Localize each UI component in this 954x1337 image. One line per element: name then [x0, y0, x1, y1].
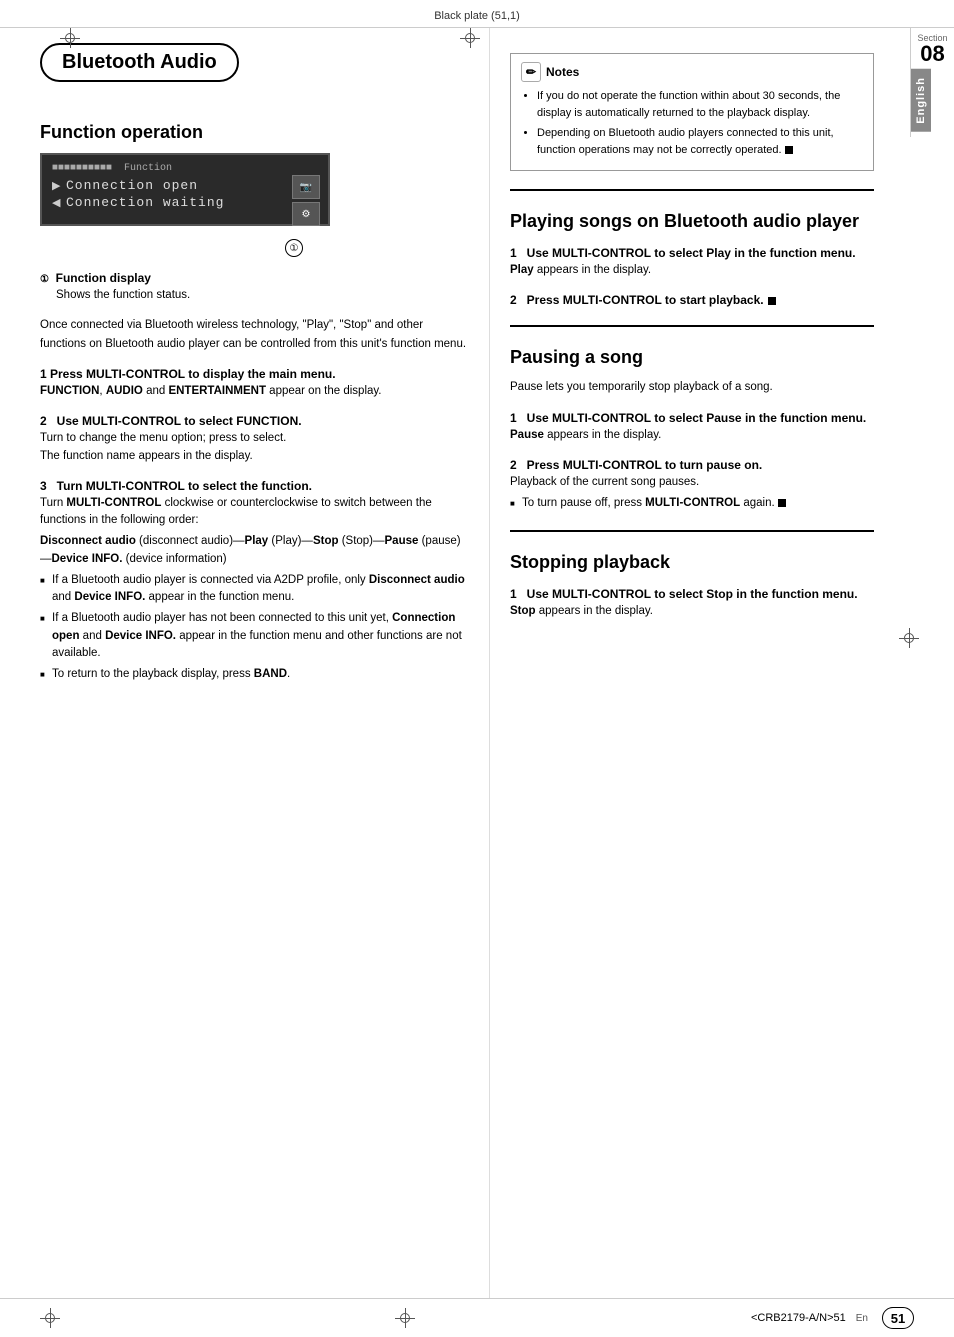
func-arrow-2: ◀ [52, 196, 62, 209]
left-column: Bluetooth Audio Function operation ■■■■■… [0, 28, 490, 1298]
footer-left [40, 1308, 60, 1328]
page-title: Bluetooth Audio [62, 51, 217, 74]
page-content: Bluetooth Audio Function operation ■■■■■… [0, 28, 954, 1298]
func-icon-1: 📷 [292, 175, 320, 199]
notes-title: Notes [546, 65, 579, 79]
divider-3 [510, 530, 874, 532]
callout-1-desc: Shows the function status. [40, 287, 469, 304]
notes-header: ✏ Notes [521, 62, 863, 82]
crosshair-bottom-center [395, 1308, 415, 1328]
step-1-heading: 1 Press MULTI-CONTROL to display the mai… [40, 367, 469, 381]
pause-bullet-1: To turn pause off, press MULTI-CONTROL a… [510, 495, 874, 512]
func-row-1: ▶ Connection open [52, 178, 318, 193]
divider-2 [510, 325, 874, 327]
callout-1-title: ① Function display [40, 271, 469, 285]
right-column: Section 08 English ✏ Notes If you do not… [490, 28, 954, 1298]
func-icon-2: ⚙ [292, 202, 320, 226]
stop-step-1-heading: 1 Use MULTI-CONTROL to select Stop in th… [510, 587, 874, 601]
crb-code: <CRB2179-A/N>51 [751, 1312, 846, 1324]
intro-paragraph: Once connected via Bluetooth wireless te… [40, 316, 469, 353]
func-row-2: ◀ Connection waiting [52, 195, 318, 210]
func-text-2: Connection waiting [66, 195, 224, 210]
pause-step-1-heading: 1 Use MULTI-CONTROL to select Pause in t… [510, 411, 874, 425]
stop-symbol-note [785, 146, 793, 154]
stop-step-1-body: Stop appears in the display. [510, 603, 874, 620]
header-text: Black plate (51,1) [434, 10, 520, 22]
en-label: En [856, 1313, 868, 1324]
callout-1-label: Function display [56, 271, 151, 285]
right-content-area: ✏ Notes If you do not operate the functi… [510, 53, 924, 621]
pause-intro: Pause lets you temporarily stop playback… [510, 378, 874, 396]
pause-bullets: To turn pause off, press MULTI-CONTROL a… [510, 495, 874, 512]
divider-1 [510, 189, 874, 191]
pause-step-2-heading: 2 Press MULTI-CONTROL to turn pause on. [510, 458, 874, 472]
notes-list: If you do not operate the function withi… [521, 88, 863, 158]
section-stopping-title: Stopping playback [510, 552, 874, 573]
crosshair-bottom-left [40, 1308, 60, 1328]
callout-1-num: ① [285, 239, 303, 257]
section-pausing-title: Pausing a song [510, 347, 874, 368]
func-display-title: ■■■■■■■■■■ Function [52, 163, 318, 174]
stop-symbol-pause [778, 499, 786, 507]
page-number: 51 [882, 1307, 914, 1329]
callout-number: ① [165, 234, 469, 257]
callout-1-section: ① Function display Shows the function st… [40, 271, 469, 304]
language-bar: English [911, 69, 931, 132]
note-2: Depending on Bluetooth audio players con… [537, 125, 863, 158]
footer-right: <CRB2179-A/N>51 En 51 [751, 1307, 914, 1329]
step-3-body: Turn MULTI-CONTROL clockwise or counterc… [40, 495, 469, 530]
section-playing-title: Playing songs on Bluetooth audio player [510, 211, 874, 232]
step-1-body: FUNCTION, AUDIO and ENTERTAINMENT appear… [40, 383, 469, 400]
page-footer: <CRB2179-A/N>51 En 51 [0, 1298, 954, 1337]
bullet-1: If a Bluetooth audio player is connected… [40, 572, 469, 607]
function-display-mockup: ■■■■■■■■■■ Function ▶ Connection open ◀ … [40, 153, 330, 226]
step-3-order: Disconnect audio (disconnect audio)—Play… [40, 533, 469, 568]
section-tab: Section 08 English [910, 28, 954, 137]
play-step-1-body: Play appears in the display. [510, 262, 874, 279]
page-header: Black plate (51,1) [0, 0, 954, 28]
page-title-box: Bluetooth Audio [40, 43, 239, 82]
notes-icon: ✏ [521, 62, 541, 82]
bullet-2: If a Bluetooth audio player has not been… [40, 610, 469, 662]
pause-step-1-body: Pause appears in the display. [510, 427, 874, 444]
step-2-body: Turn to change the menu option; press to… [40, 430, 469, 465]
section-function-title: Function operation [40, 122, 469, 143]
section-number: 08 [911, 43, 954, 65]
notes-box: ✏ Notes If you do not operate the functi… [510, 53, 874, 171]
step-2-heading: 2 Use MULTI-CONTROL to select FUNCTION. [40, 414, 469, 428]
pause-step-2-body: Playback of the current song pauses. [510, 474, 874, 491]
bullet-3: To return to the playback display, press… [40, 666, 469, 683]
stop-symbol-play [768, 297, 776, 305]
note-1: If you do not operate the function withi… [537, 88, 863, 121]
func-arrow-1: ▶ [52, 179, 62, 192]
footer-center [395, 1308, 415, 1328]
play-step-2-heading: 2 Press MULTI-CONTROL to start playback. [510, 293, 874, 307]
step-3-heading: 3 Turn MULTI-CONTROL to select the funct… [40, 479, 469, 493]
callout-1-circle: ① [40, 274, 49, 285]
play-step-1-heading: 1 Use MULTI-CONTROL to select Play in th… [510, 246, 874, 260]
func-text-1: Connection open [66, 178, 198, 193]
step-3-bullets: If a Bluetooth audio player is connected… [40, 572, 469, 684]
func-icon-area: 📷 ⚙ [292, 175, 320, 226]
